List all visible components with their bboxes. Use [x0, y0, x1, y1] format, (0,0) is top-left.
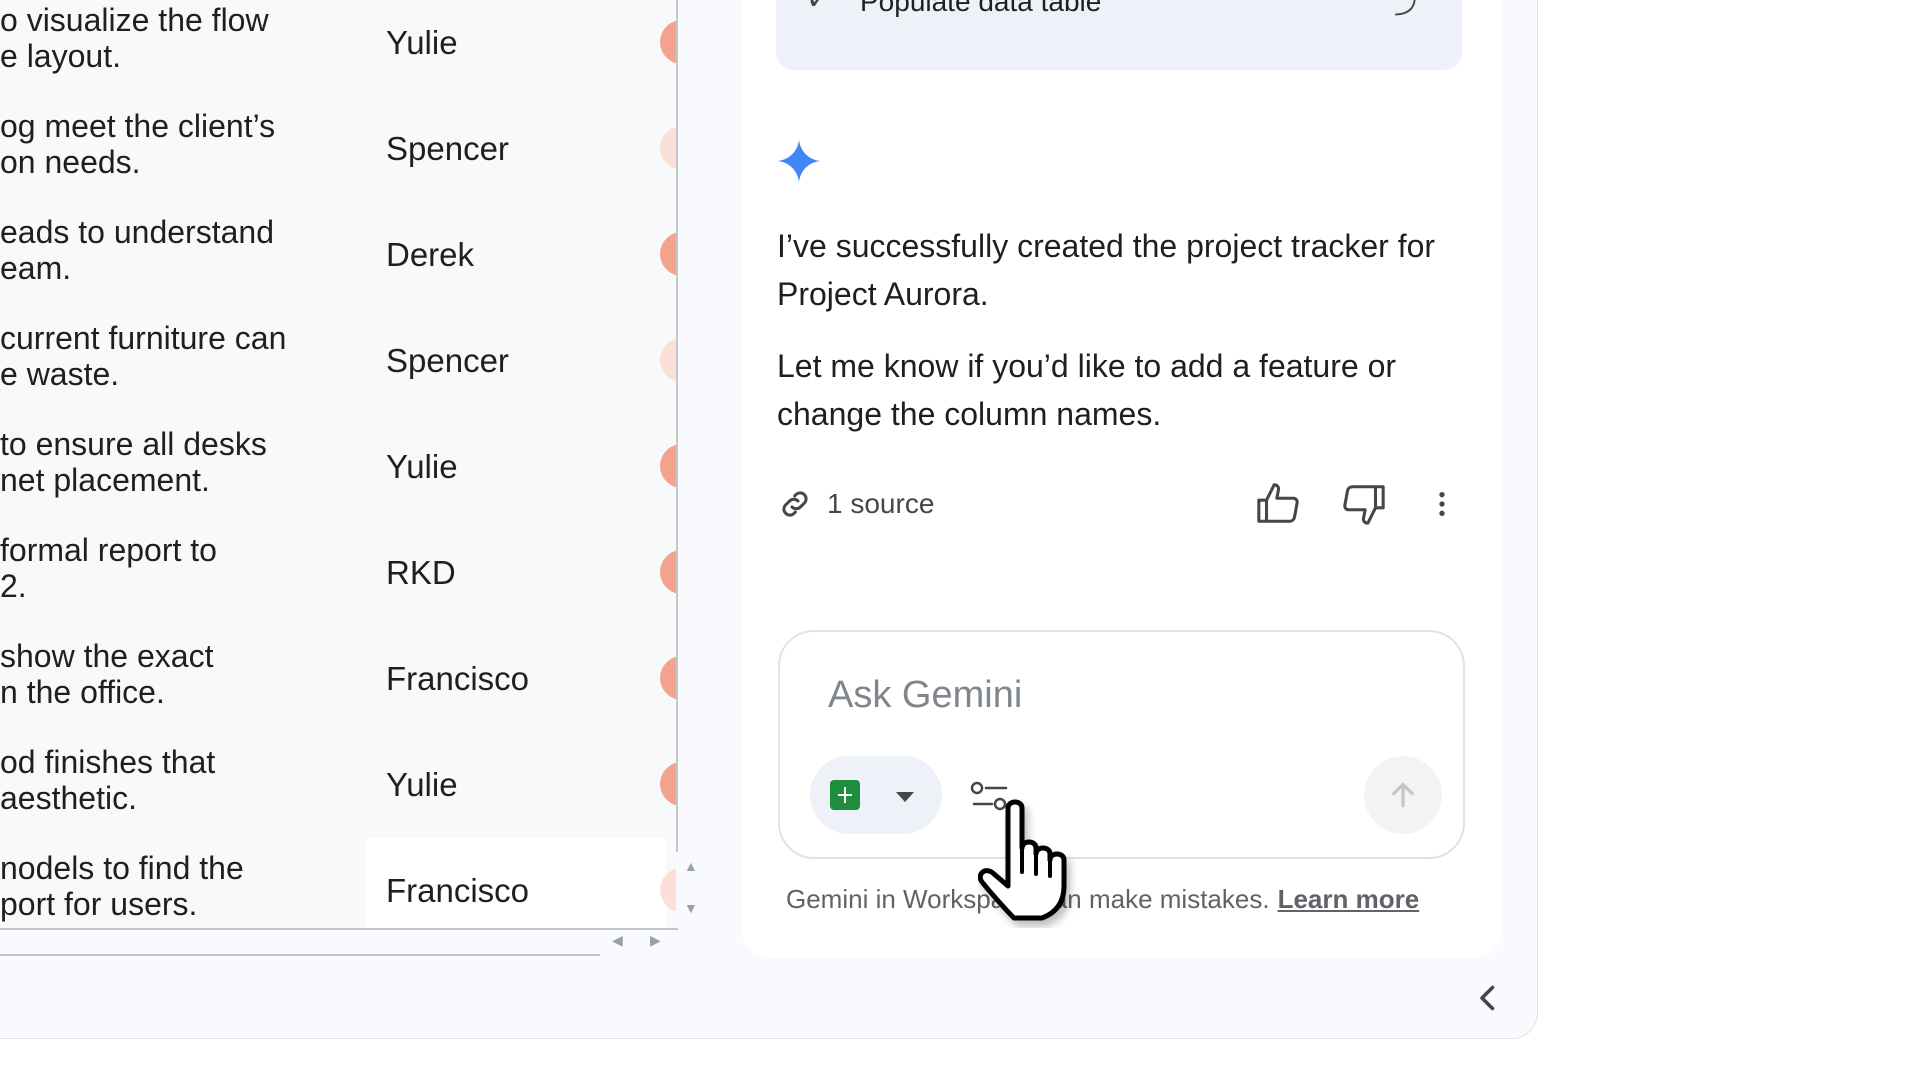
- assignee-name: Derek: [386, 236, 475, 273]
- thumbs-down-icon: [1343, 485, 1385, 525]
- check-icon: ✓: [806, 0, 831, 17]
- disclaimer-text: Gemini in Workspace can make mistakes.: [786, 884, 1270, 914]
- table-row[interactable]: o visualize the flow e layout. Yulie: [0, 0, 676, 98]
- task-description-cell[interactable]: og meet the client’s on needs.: [0, 108, 372, 180]
- table-row[interactable]: show the exact n the office. Francisco: [0, 626, 676, 734]
- disclaimer: Gemini in Workspace can make mistakes. Le…: [786, 884, 1419, 915]
- assignee-name: Spencer: [386, 342, 509, 379]
- assignee-name: Yulie: [386, 766, 458, 803]
- sources-link[interactable]: 1 source: [777, 482, 934, 526]
- tune-icon[interactable]: [970, 780, 1010, 812]
- send-button[interactable]: [1364, 756, 1442, 834]
- task-description-cell[interactable]: current furniture can e waste.: [0, 320, 372, 392]
- response-paragraph-2: Let me know if you’d like to add a featu…: [777, 348, 1397, 432]
- gemini-sparkle-icon: [778, 140, 820, 182]
- table-row[interactable]: current furniture can e waste. Spencer: [0, 308, 676, 416]
- thumbs-up-icon: [1257, 483, 1299, 523]
- link-icon: [782, 491, 808, 517]
- expand-icon[interactable]: ⤴: [1394, 0, 1422, 22]
- arrow-up-icon: [1392, 782, 1414, 808]
- task-description-cell[interactable]: od finishes that aesthetic.: [0, 744, 372, 816]
- task-description-cell[interactable]: formal report to 2.: [0, 532, 372, 604]
- dropdown-caret-icon: [896, 792, 914, 802]
- task-label: Populate data table: [860, 0, 1102, 17]
- vertical-scrollbar[interactable]: ▲ ▼: [676, 852, 704, 928]
- sheets-source-selector[interactable]: [810, 756, 942, 834]
- more-vert-icon: [1439, 492, 1445, 516]
- assignee-name: Spencer: [386, 130, 509, 167]
- learn-more-link[interactable]: Learn more: [1278, 884, 1420, 914]
- assignee-name: RKD: [386, 554, 456, 591]
- task-description-cell[interactable]: to ensure all desks net placement.: [0, 426, 372, 498]
- app-frame: o visualize the flow e layout. Yulie og me…: [0, 0, 1538, 1039]
- assignee-name: Francisco: [386, 660, 530, 697]
- table-row[interactable]: og meet the client’s on needs. Spencer: [0, 96, 676, 204]
- task-description-cell[interactable]: eads to understand eam.: [0, 214, 372, 286]
- task-description-cell[interactable]: show the exact n the office.: [0, 638, 372, 710]
- ask-gemini-input[interactable]: Ask Gemini: [778, 630, 1465, 859]
- spreadsheet-grid: o visualize the flow e layout. Yulie og me…: [0, 0, 678, 930]
- task-description-cell[interactable]: nodels to find the port for users.: [0, 850, 372, 922]
- response-paragraph-1: I’ve successfully created the project tr…: [777, 228, 1436, 312]
- assignee-name: Yulie: [386, 448, 458, 485]
- ask-gemini-placeholder[interactable]: Ask Gemini: [828, 674, 1022, 717]
- assignee-name: Francisco: [386, 872, 530, 909]
- table-row[interactable]: formal report to 2. RKD: [0, 520, 676, 628]
- google-sheets-icon: [830, 780, 860, 810]
- horizontal-scrollbar-track[interactable]: [0, 930, 600, 956]
- horizontal-scrollbar[interactable]: ◀ ▶: [0, 930, 700, 956]
- assignee-name: Yulie: [386, 24, 458, 61]
- sources-label: 1 source: [827, 488, 935, 519]
- table-row[interactable]: eads to understand eam. Derek: [0, 202, 676, 310]
- table-row[interactable]: od finishes that aesthetic. Yulie: [0, 732, 676, 840]
- table-row[interactable]: nodels to find the port for users. Franci…: [0, 838, 676, 928]
- thumbs-down-button[interactable]: [1338, 478, 1390, 530]
- task-status-card: ✓ Populate data table ⤴: [776, 0, 1462, 70]
- more-options-button[interactable]: [1416, 478, 1468, 530]
- scroll-up-arrow-icon[interactable]: ▲: [684, 858, 698, 874]
- scroll-right-arrow-icon[interactable]: ▶: [650, 932, 661, 949]
- scroll-left-arrow-icon[interactable]: ◀: [612, 932, 623, 949]
- table-row[interactable]: to ensure all desks net placement. Yulie: [0, 414, 676, 522]
- chevron-left-icon[interactable]: [1470, 980, 1506, 1016]
- scroll-down-arrow-icon[interactable]: ▼: [684, 900, 698, 916]
- thumbs-up-button[interactable]: [1252, 478, 1304, 530]
- task-description-cell[interactable]: o visualize the flow e layout.: [0, 2, 372, 74]
